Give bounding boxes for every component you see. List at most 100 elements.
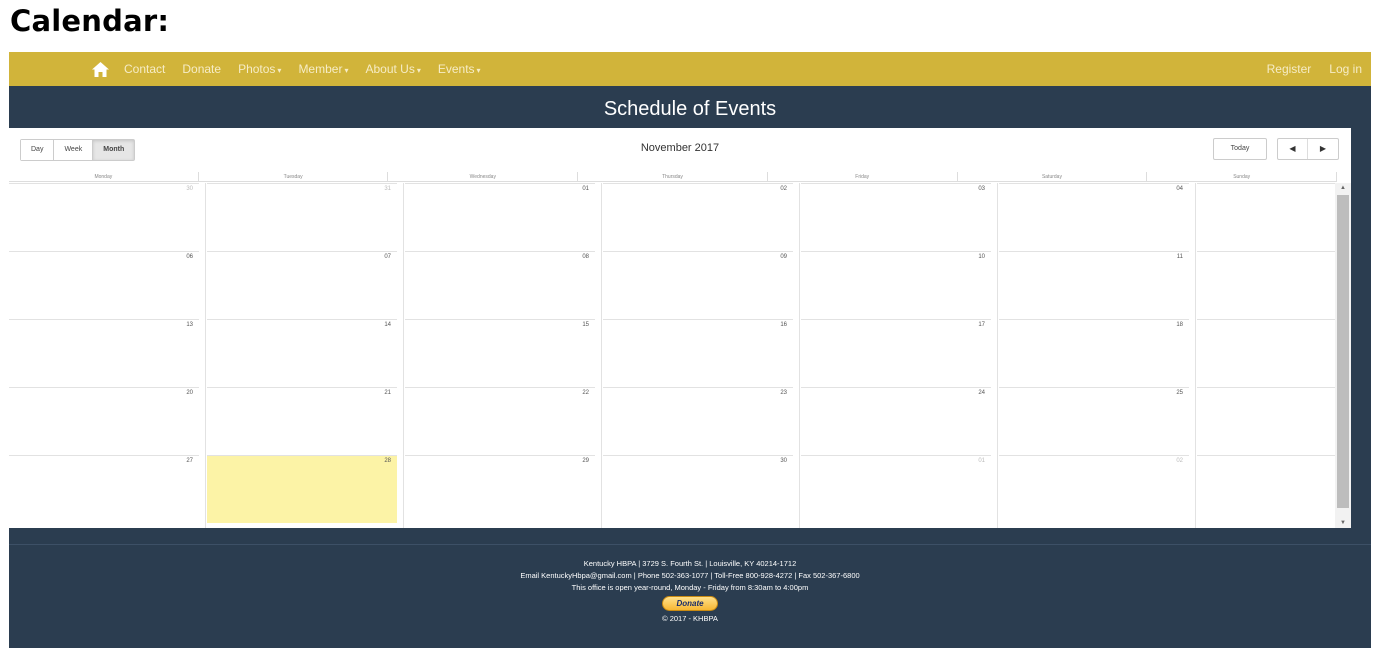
day-number: 14 xyxy=(384,322,391,328)
day-number: 02 xyxy=(780,186,787,192)
day-cell[interactable]: 20 xyxy=(9,387,199,455)
nav-login[interactable]: Log in xyxy=(1329,62,1362,76)
footer-divider xyxy=(9,544,1371,545)
day-number: 17 xyxy=(978,322,985,328)
day-cell[interactable]: 29 xyxy=(405,455,595,523)
scroll-down-icon[interactable]: ▼ xyxy=(1338,520,1348,526)
day-cell[interactable]: 21 xyxy=(207,387,397,455)
donate-button[interactable]: Donate xyxy=(662,596,718,611)
day-number: 09 xyxy=(780,254,787,260)
scroll-up-icon[interactable]: ▲ xyxy=(1338,185,1348,191)
day-number: 11 xyxy=(1176,254,1183,260)
dow-label: Saturday xyxy=(958,172,1148,181)
week-row: 20 21 22 23 24 25 xyxy=(9,387,1335,455)
day-cell[interactable]: 16 xyxy=(603,319,793,387)
day-cell[interactable]: 11 xyxy=(999,251,1189,319)
site-frame: Contact Donate Photos ▾ Member ▾ About Us ▾… xyxy=(9,52,1371,648)
day-cell[interactable]: 04 xyxy=(999,183,1189,251)
day-number: 28 xyxy=(384,458,391,464)
top-navbar: Contact Donate Photos ▾ Member ▾ About Us ▾… xyxy=(9,52,1371,86)
caret-down-icon: ▾ xyxy=(416,66,421,75)
grid-divider xyxy=(799,183,800,528)
day-number: 25 xyxy=(1176,390,1183,396)
day-cell[interactable]: 14 xyxy=(207,319,397,387)
day-cell[interactable]: 22 xyxy=(405,387,595,455)
day-cell[interactable]: 01 xyxy=(801,455,991,523)
footer-hours: This office is open year-round, Monday -… xyxy=(571,583,809,592)
day-cell[interactable]: 13 xyxy=(9,319,199,387)
day-cell[interactable]: 10 xyxy=(801,251,991,319)
day-number: 08 xyxy=(582,254,589,260)
calendar-scrollbar[interactable]: ▲ ▼ xyxy=(1335,183,1351,528)
day-cell[interactable] xyxy=(1197,455,1335,523)
day-number: 02 xyxy=(1176,458,1183,464)
day-number: 27 xyxy=(186,458,193,464)
day-cell[interactable]: 25 xyxy=(999,387,1189,455)
day-cell[interactable]: 02 xyxy=(999,455,1189,523)
day-cell[interactable]: 07 xyxy=(207,251,397,319)
day-cell-today[interactable]: 28 xyxy=(207,455,397,523)
day-number: 15 xyxy=(582,322,589,328)
day-cell[interactable]: 03 xyxy=(801,183,991,251)
week-row: 27 28 29 30 01 02 xyxy=(9,455,1335,523)
day-number: 29 xyxy=(582,458,589,464)
dow-label: Sunday xyxy=(1147,172,1338,181)
caret-down-icon: ▾ xyxy=(344,66,349,75)
day-number: 01 xyxy=(582,186,589,192)
day-number: 07 xyxy=(384,254,391,260)
grid-divider xyxy=(997,183,998,528)
day-number: 22 xyxy=(582,390,589,396)
day-cell[interactable]: 23 xyxy=(603,387,793,455)
day-cell[interactable] xyxy=(1197,183,1335,251)
day-number: 10 xyxy=(978,254,985,260)
day-cell[interactable]: 15 xyxy=(405,319,595,387)
grid-divider xyxy=(601,183,602,528)
nav-photos[interactable]: Photos ▾ xyxy=(238,62,281,76)
day-cell[interactable]: 31 xyxy=(207,183,397,251)
home-icon[interactable] xyxy=(92,61,110,77)
grid-divider xyxy=(1195,183,1196,528)
today-button[interactable]: Today xyxy=(1213,138,1267,160)
day-cell[interactable]: 17 xyxy=(801,319,991,387)
footer-address: Kentucky HBPA | 3729 S. Fourth St. | Lou… xyxy=(583,559,797,568)
day-cell[interactable] xyxy=(1197,319,1335,387)
grid-divider xyxy=(403,183,404,528)
dow-label: Tuesday xyxy=(199,172,389,181)
day-cell[interactable]: 30 xyxy=(603,455,793,523)
dow-label: Thursday xyxy=(578,172,768,181)
day-number: 20 xyxy=(186,390,193,396)
nav-member[interactable]: Member ▾ xyxy=(298,62,348,76)
scroll-thumb[interactable] xyxy=(1337,195,1349,508)
day-number: 04 xyxy=(1176,186,1183,192)
nav-events[interactable]: Events ▾ xyxy=(438,62,481,76)
nav-register[interactable]: Register xyxy=(1267,62,1312,76)
page-heading: Calendar: xyxy=(10,4,170,38)
day-number: 03 xyxy=(978,186,985,192)
day-cell[interactable]: 18 xyxy=(999,319,1189,387)
day-cell[interactable]: 27 xyxy=(9,455,199,523)
day-number: 30 xyxy=(186,186,193,192)
day-number: 30 xyxy=(780,458,787,464)
nav-left: Contact Donate Photos ▾ Member ▾ About Us ▾… xyxy=(92,52,498,86)
footer: Kentucky HBPA | 3729 S. Fourth St. | Lou… xyxy=(9,558,1371,625)
month-navigation: ◀ ▶ xyxy=(1277,138,1339,160)
prev-month-icon[interactable]: ◀ xyxy=(1278,139,1308,159)
day-number: 06 xyxy=(186,254,193,260)
day-cell[interactable]: 30 xyxy=(9,183,199,251)
day-cell[interactable] xyxy=(1197,387,1335,455)
day-cell[interactable]: 02 xyxy=(603,183,793,251)
day-cell[interactable]: 24 xyxy=(801,387,991,455)
dow-label: Friday xyxy=(768,172,958,181)
day-cell[interactable]: 01 xyxy=(405,183,595,251)
nav-about-us[interactable]: About Us ▾ xyxy=(365,62,420,76)
nav-contact[interactable]: Contact xyxy=(124,62,165,76)
day-cell[interactable] xyxy=(1197,251,1335,319)
day-number: 13 xyxy=(186,322,193,328)
next-month-icon[interactable]: ▶ xyxy=(1308,139,1338,159)
nav-donate[interactable]: Donate xyxy=(182,62,221,76)
day-number: 01 xyxy=(978,458,985,464)
caret-down-icon: ▾ xyxy=(476,66,481,75)
day-cell[interactable]: 06 xyxy=(9,251,199,319)
day-cell[interactable]: 09 xyxy=(603,251,793,319)
day-cell[interactable]: 08 xyxy=(405,251,595,319)
